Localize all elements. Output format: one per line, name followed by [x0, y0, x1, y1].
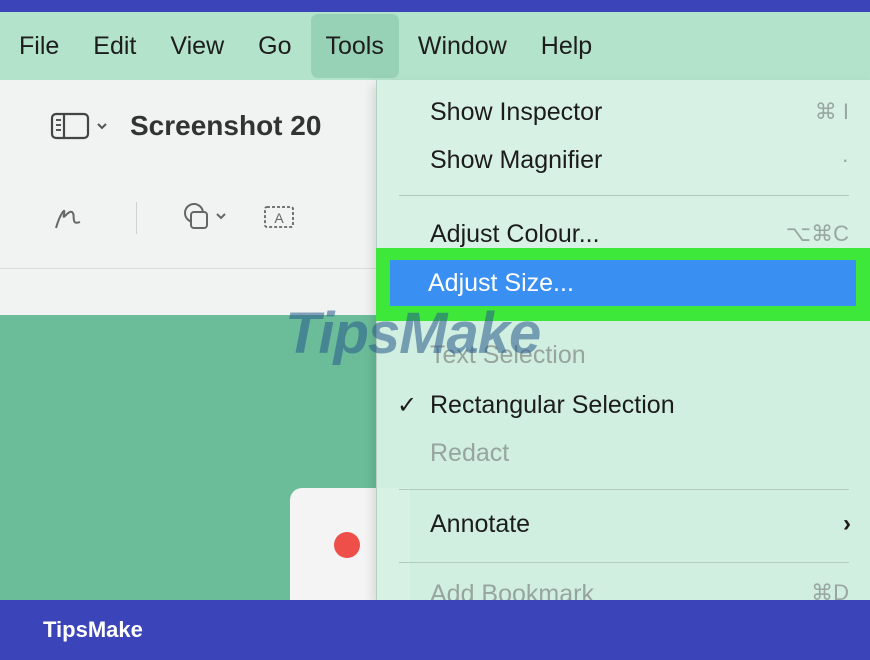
- svg-text:A: A: [274, 210, 284, 226]
- menu-item-rectangular-selection[interactable]: ✓ Rectangular Selection: [377, 383, 870, 427]
- footer-brand: TipsMake: [43, 617, 143, 642]
- markup-tools: A: [50, 200, 301, 236]
- footer-bar: TipsMake: [0, 600, 870, 660]
- menu-item-shortcut: ⌘D: [811, 580, 849, 600]
- close-window-icon[interactable]: [334, 532, 360, 558]
- menu-item-label: Annotate: [430, 509, 531, 538]
- menu-item-label: Adjust Size...: [428, 268, 574, 297]
- menu-divider: [399, 562, 849, 563]
- menu-item-label: Redact: [430, 438, 510, 467]
- watermark: TipsMake: [285, 301, 541, 366]
- menu-item-shortcut: ⌥⌘C: [785, 221, 849, 246]
- menu-item-shortcut: ·: [841, 147, 849, 172]
- menu-file[interactable]: File: [4, 14, 74, 78]
- document-title: Screenshot 20: [130, 110, 322, 141]
- menu-bar: File Edit View Go Tools Window Help: [0, 12, 870, 80]
- menu-view[interactable]: View: [155, 14, 239, 78]
- menu-go[interactable]: Go: [243, 14, 306, 78]
- menu-item-label: Show Inspector: [430, 97, 603, 126]
- menu-item-annotate[interactable]: Annotate ›: [377, 502, 870, 546]
- checkmark-icon: ✓: [397, 391, 418, 419]
- menu-divider: [399, 489, 849, 490]
- menu-item-label: Add Bookmark: [430, 580, 594, 600]
- menu-item-show-magnifier[interactable]: Show Magnifier ·: [377, 138, 870, 182]
- menu-item-label: Show Magnifier: [430, 145, 603, 174]
- menu-item-label: Rectangular Selection: [430, 390, 675, 419]
- menu-item-add-bookmark: Add Bookmark ⌘D: [377, 578, 870, 600]
- chevron-right-icon: ›: [843, 510, 851, 537]
- menu-edit[interactable]: Edit: [78, 14, 151, 78]
- menu-item-redact: Redact: [377, 431, 870, 475]
- menu-item-shortcut: ⌘ I: [814, 99, 849, 124]
- shapes-icon[interactable]: [179, 200, 241, 236]
- sketch-icon[interactable]: [50, 200, 90, 236]
- sidebar-toggle-icon[interactable]: [50, 111, 112, 141]
- toolbar-separator: [136, 202, 137, 234]
- menu-help[interactable]: Help: [526, 14, 607, 78]
- menu-window[interactable]: Window: [403, 14, 522, 78]
- title-row: Screenshot 20: [50, 110, 321, 142]
- text-box-icon[interactable]: A: [261, 200, 301, 236]
- menu-item-show-inspector[interactable]: Show Inspector ⌘ I: [377, 90, 870, 134]
- menu-tools[interactable]: Tools: [310, 14, 399, 78]
- menu-divider: [399, 195, 849, 196]
- menu-item-label: Adjust Colour...: [430, 219, 600, 248]
- top-border: [0, 0, 870, 12]
